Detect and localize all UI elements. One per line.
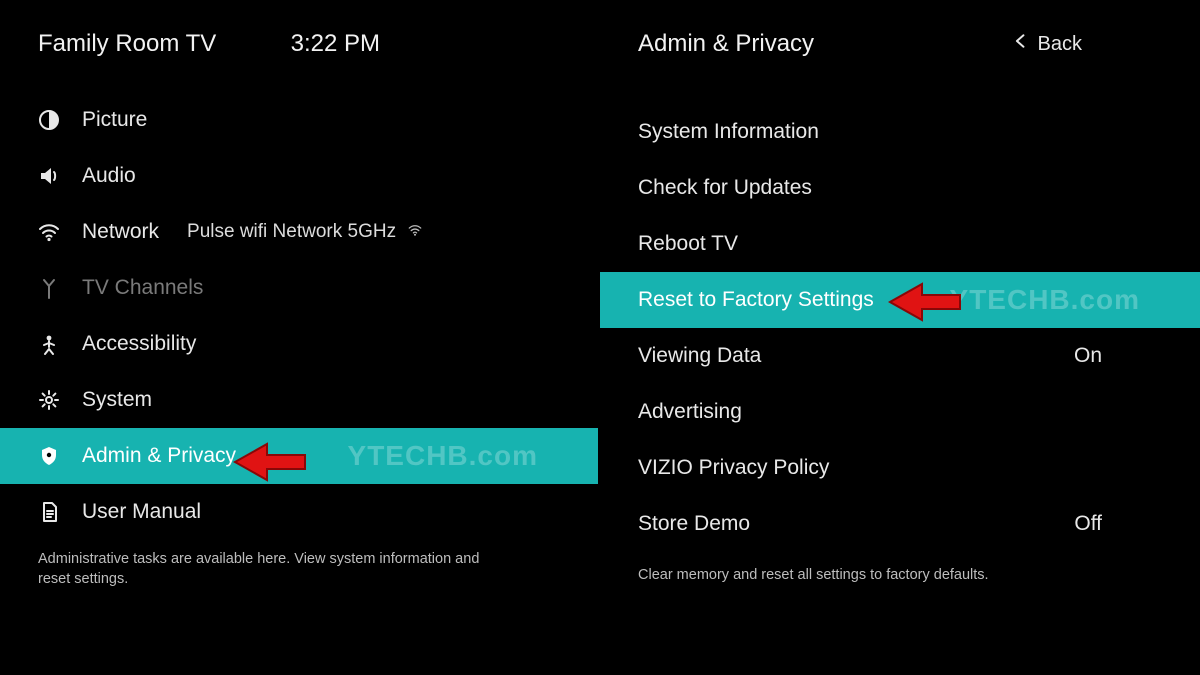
menu-item-label: VIZIO Privacy Policy [638,456,829,480]
page-title: Admin & Privacy [638,30,814,58]
menu-item-label: Viewing Data [638,344,761,368]
menu-item-privacy-policy[interactable]: VIZIO Privacy Policy [600,440,1200,496]
menu-item-label: System [82,388,152,412]
clock: 3:22 PM [291,30,380,58]
menu-description: Clear memory and reset all settings to f… [600,556,1120,596]
menu-item-label: Check for Updates [638,176,812,200]
menu-item-viewing-data[interactable]: Viewing Data On [600,328,1200,384]
contrast-icon [38,109,68,131]
back-arrow-icon [1012,32,1030,56]
menu-item-reboot-tv[interactable]: Reboot TV [600,216,1200,272]
menu-item-network[interactable]: Network Pulse wifi Network 5GHz [0,204,598,260]
menu-item-value: On [1074,344,1102,368]
menu-item-label: Store Demo [638,512,750,536]
menu-item-label: Admin & Privacy [82,444,236,468]
shield-icon [38,445,68,467]
menu-item-label: User Manual [82,500,201,524]
accessibility-icon [38,333,68,355]
menu-item-picture[interactable]: Picture [0,92,598,148]
menu-item-user-manual[interactable]: User Manual [0,484,598,540]
network-name: Pulse wifi Network 5GHz [187,221,422,243]
menu-item-system-information[interactable]: System Information [600,104,1200,160]
signal-strength-icon [408,221,422,243]
main-settings-menu: Picture Audio Network Pulse wifi Network… [0,92,598,540]
menu-item-accessibility[interactable]: Accessibility [0,316,598,372]
menu-item-tv-channels: TV Channels [0,260,598,316]
menu-item-audio[interactable]: Audio [0,148,598,204]
watermark-text: YTECHB.com [950,284,1140,316]
admin-privacy-panel: Admin & Privacy Back System Information … [600,0,1200,675]
back-button[interactable]: Back [1012,32,1082,56]
antenna-icon [38,277,68,299]
menu-description: Administrative tasks are available here.… [0,540,520,599]
speaker-icon [38,165,68,187]
watermark-text: YTECHB.com [348,440,538,472]
menu-item-label: Accessibility [82,332,196,356]
menu-item-check-updates[interactable]: Check for Updates [600,160,1200,216]
back-label: Back [1038,33,1082,56]
settings-main-panel: Family Room TV 3:22 PM Picture Audio Net… [0,0,600,675]
right-header: Admin & Privacy Back [600,0,1200,64]
menu-item-label: Picture [82,108,147,132]
left-header: Family Room TV 3:22 PM [0,0,598,64]
gear-icon [38,389,68,411]
menu-item-factory-reset[interactable]: Reset to Factory Settings YTECHB.com [600,272,1200,328]
menu-item-label: TV Channels [82,276,203,300]
menu-item-system[interactable]: System [0,372,598,428]
menu-item-label: System Information [638,120,819,144]
menu-item-advertising[interactable]: Advertising [600,384,1200,440]
menu-item-value: Off [1074,512,1102,536]
menu-item-label: Audio [82,164,136,188]
wifi-icon [38,221,68,243]
menu-item-admin-privacy[interactable]: Admin & Privacy YTECHB.com [0,428,598,484]
menu-item-store-demo[interactable]: Store Demo Off [600,496,1200,552]
menu-item-label: Reset to Factory Settings [638,288,874,312]
admin-privacy-menu: System Information Check for Updates Reb… [600,104,1200,552]
device-name: Family Room TV [38,30,216,58]
document-icon [38,501,68,523]
menu-item-label: Network [82,220,159,244]
menu-item-label: Reboot TV [638,232,738,256]
menu-item-label: Advertising [638,400,742,424]
